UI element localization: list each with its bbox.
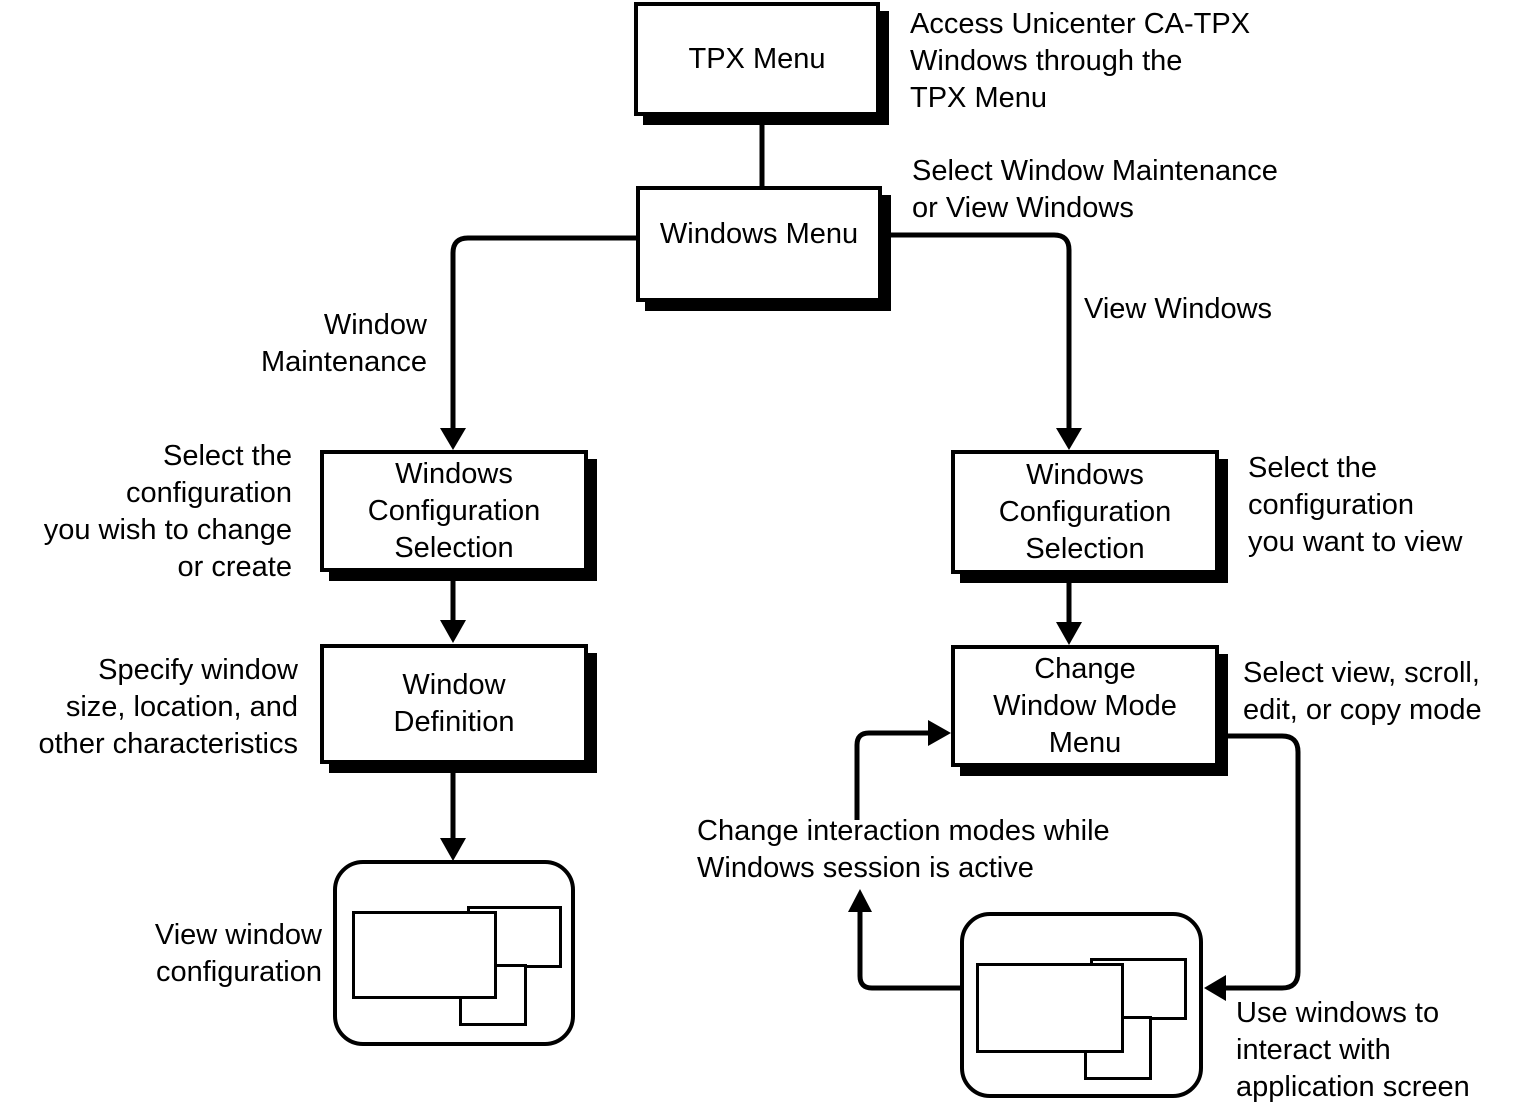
- annotation-line: Windows session is active: [697, 852, 1034, 884]
- annotation-line: Select the: [163, 440, 292, 472]
- node-label: Selection: [394, 531, 514, 564]
- node-label: Change: [1034, 652, 1136, 685]
- annotation-line: Access Unicenter CA-TPX: [910, 8, 1251, 40]
- annotation-select-view: Select the configuration you want to vie…: [1248, 450, 1462, 561]
- node-label: Configuration: [367, 494, 541, 527]
- annotation-line: Select view, scroll,: [1243, 657, 1480, 689]
- annotation-line: configuration: [155, 956, 322, 988]
- edge-label-window-maintenance: Window Maintenance: [261, 307, 427, 381]
- annotation-line: you wish to change: [43, 514, 292, 546]
- annotation-line: or create: [177, 551, 292, 583]
- arrowhead-interaction-up: [848, 889, 872, 912]
- node-change-window-mode-menu: Change Window Mode Menu: [951, 645, 1219, 767]
- node-tpx-menu: TPX Menu: [634, 2, 880, 116]
- annotation-line: Use windows to: [1236, 997, 1440, 1029]
- arrowhead-mode-menu-left: [928, 720, 951, 746]
- annotation-line: Window: [323, 309, 427, 341]
- annotation-select-mode: Select view, scroll, edit, or copy mode: [1243, 655, 1482, 729]
- node-label: Windows: [395, 457, 513, 490]
- edge-windows-menu-to-right-config: [884, 232, 1072, 428]
- edge-interaction-to-mode-menu: [854, 730, 930, 820]
- node-label: Selection: [1025, 532, 1145, 565]
- annotation-line: interact with: [1236, 1034, 1391, 1066]
- arrowhead-right-config: [1056, 428, 1082, 450]
- annotation-line: other characteristics: [38, 728, 299, 760]
- annotation-access: Access Unicenter CA-TPX Windows through …: [910, 6, 1250, 117]
- annotation-line: Windows through the: [910, 45, 1183, 77]
- node-windows-menu: Windows Menu: [636, 186, 882, 302]
- node-left-screen: [333, 860, 575, 1046]
- annotation-line: you want to view: [1248, 526, 1463, 558]
- annotation-line: View window: [154, 919, 322, 951]
- node-left-config-selection: Windows Configuration Selection: [320, 450, 588, 572]
- annotation-line: Change interaction modes while: [697, 815, 1110, 847]
- annotation-line: configuration: [125, 477, 292, 509]
- arrowhead-mode-menu: [1056, 622, 1082, 645]
- annotation-line: configuration: [1248, 489, 1415, 521]
- node-right-screen: [960, 912, 1203, 1098]
- node-window-definition: Window Definition: [320, 644, 588, 764]
- annotation-line: Select Window Maintenance: [912, 155, 1278, 187]
- annotation-line: size, location, and: [65, 691, 298, 723]
- annotation-line: or View Windows: [912, 192, 1134, 224]
- node-label: Window Mode: [993, 689, 1177, 722]
- node-label: Definition: [393, 706, 515, 738]
- arrowhead-left-screen: [440, 838, 466, 861]
- annotation-line: application screen: [1236, 1071, 1470, 1103]
- annotation-line: TPX Menu: [910, 82, 1047, 114]
- node-right-config-selection: Windows Configuration Selection: [951, 450, 1219, 574]
- front-window-icon: [352, 911, 497, 999]
- annotation-change-interaction: Change interaction modes while Windows s…: [697, 813, 1110, 887]
- node-label: Window: [402, 669, 506, 701]
- annotation-line: Maintenance: [260, 346, 427, 378]
- annotation-use-windows: Use windows to interact with application…: [1236, 995, 1470, 1106]
- arrowhead-left-config: [440, 428, 466, 450]
- edge-windows-menu-to-left-config: [450, 235, 638, 428]
- front-window-icon: [976, 963, 1124, 1053]
- annotation-view-window-config: View window configuration: [155, 917, 322, 991]
- annotation-specify-window: Specify window size, location, and other…: [39, 652, 299, 763]
- node-label: Configuration: [998, 495, 1172, 528]
- annotation-select-maint-or-view: Select Window Maintenance or View Window…: [912, 153, 1278, 227]
- node-label: TPX Menu: [688, 42, 826, 75]
- annotation-line: Select the: [1248, 452, 1377, 484]
- node-label: Menu: [1048, 726, 1122, 759]
- arrowhead-right-screen: [1204, 975, 1226, 1001]
- annotation-select-change-create: Select the configuration you wish to cha…: [44, 438, 292, 586]
- annotation-line: Specify window: [98, 654, 298, 686]
- arrowhead-definition: [440, 620, 466, 643]
- edge-right-screen-to-interaction: [857, 910, 962, 991]
- annotation-line: View Windows: [1084, 293, 1273, 325]
- edge-label-view-windows: View Windows: [1084, 291, 1272, 328]
- node-label: Windows Menu: [659, 218, 859, 250]
- edge-mode-menu-to-right-screen: [1220, 733, 1301, 991]
- node-label: Windows: [1026, 458, 1144, 491]
- annotation-line: edit, or copy mode: [1243, 694, 1482, 726]
